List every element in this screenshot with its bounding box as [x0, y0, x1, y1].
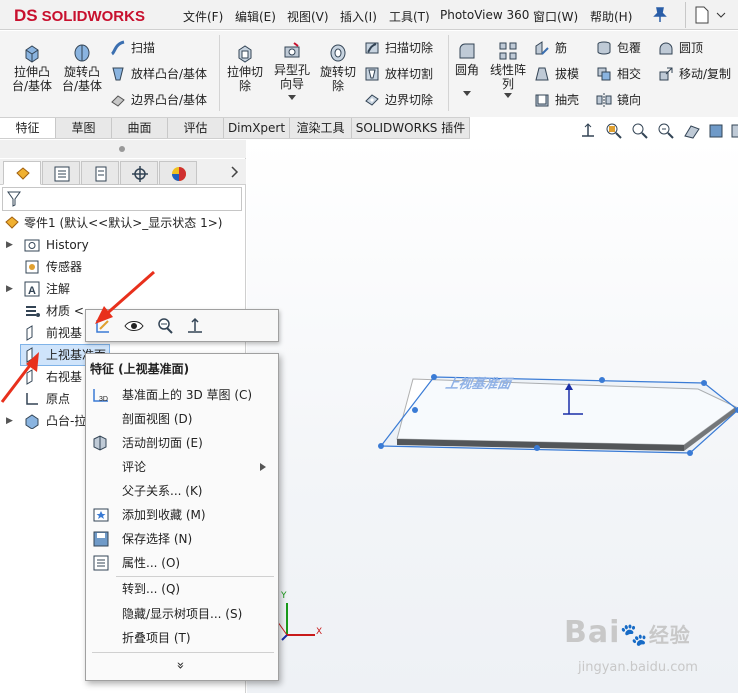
watermark-url: jingyan.baidu.com: [578, 660, 698, 675]
annotation-arrows: [0, 270, 155, 403]
baidu-watermark: Bai🐾经验: [564, 615, 691, 650]
